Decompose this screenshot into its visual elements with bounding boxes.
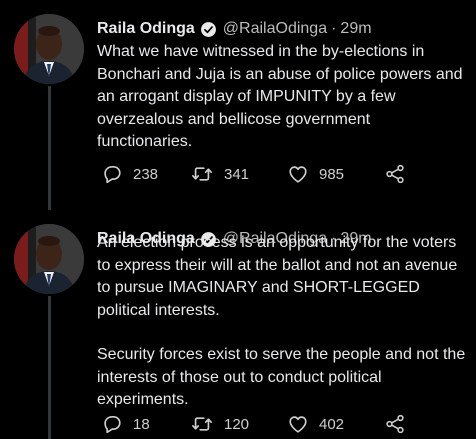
- tweet[interactable]: Raila Odinga @RailaOdinga · 29m An elect…: [0, 210, 476, 439]
- tweet-text: What we have witnessed in the by-electio…: [97, 41, 469, 154]
- tweet-paragraph: What we have witnessed in the by-electio…: [97, 43, 463, 150]
- author-name[interactable]: Raila Odinga: [97, 20, 195, 38]
- share-icon: [386, 414, 404, 434]
- reply-icon: [104, 416, 121, 434]
- like-icon: [289, 166, 307, 183]
- author-handle[interactable]: @RailaOdinga: [223, 20, 327, 38]
- like-count: 985: [319, 165, 345, 183]
- verified-badge-icon: [200, 21, 217, 38]
- retweet-button[interactable]: 341: [190, 163, 249, 185]
- reply-button[interactable]: 238: [101, 163, 158, 185]
- tweet-timestamp[interactable]: 29m: [340, 20, 371, 38]
- tweet[interactable]: Raila Odinga @RailaOdinga · 29m What we …: [0, 0, 476, 210]
- retweet-icon: [192, 417, 212, 431]
- reply-count: 238: [133, 165, 159, 183]
- share-button[interactable]: [384, 413, 406, 435]
- header-separator: ·: [331, 20, 337, 37]
- share-button[interactable]: [384, 163, 406, 185]
- share-icon: [386, 164, 404, 184]
- like-count: 402: [319, 415, 345, 433]
- like-button[interactable]: 402: [287, 413, 344, 435]
- retweet-count: 341: [224, 165, 250, 183]
- reply-count: 18: [133, 415, 150, 433]
- thread-connector-line: [48, 296, 51, 439]
- avatar[interactable]: [14, 224, 84, 294]
- retweet-icon: [192, 167, 212, 181]
- tweet-paragraph: An election process is an opportunity fo…: [97, 234, 458, 319]
- tweet-paragraph: Security forces exist to serve the peopl…: [97, 346, 466, 408]
- thread-connector-line: [48, 86, 51, 210]
- like-button[interactable]: 985: [287, 163, 344, 185]
- retweet-button[interactable]: 120: [190, 413, 249, 435]
- tweet-header: Raila Odinga @RailaOdinga · 29m: [97, 18, 372, 40]
- avatar[interactable]: [14, 14, 84, 84]
- like-icon: [289, 416, 307, 433]
- retweet-count: 120: [224, 415, 250, 433]
- reply-icon: [104, 166, 121, 184]
- tweet-thread: Raila Odinga @RailaOdinga · 29m What we …: [0, 0, 476, 439]
- tweet-text: An election process is an opportunity fo…: [97, 232, 469, 412]
- reply-button[interactable]: 18: [101, 413, 150, 435]
